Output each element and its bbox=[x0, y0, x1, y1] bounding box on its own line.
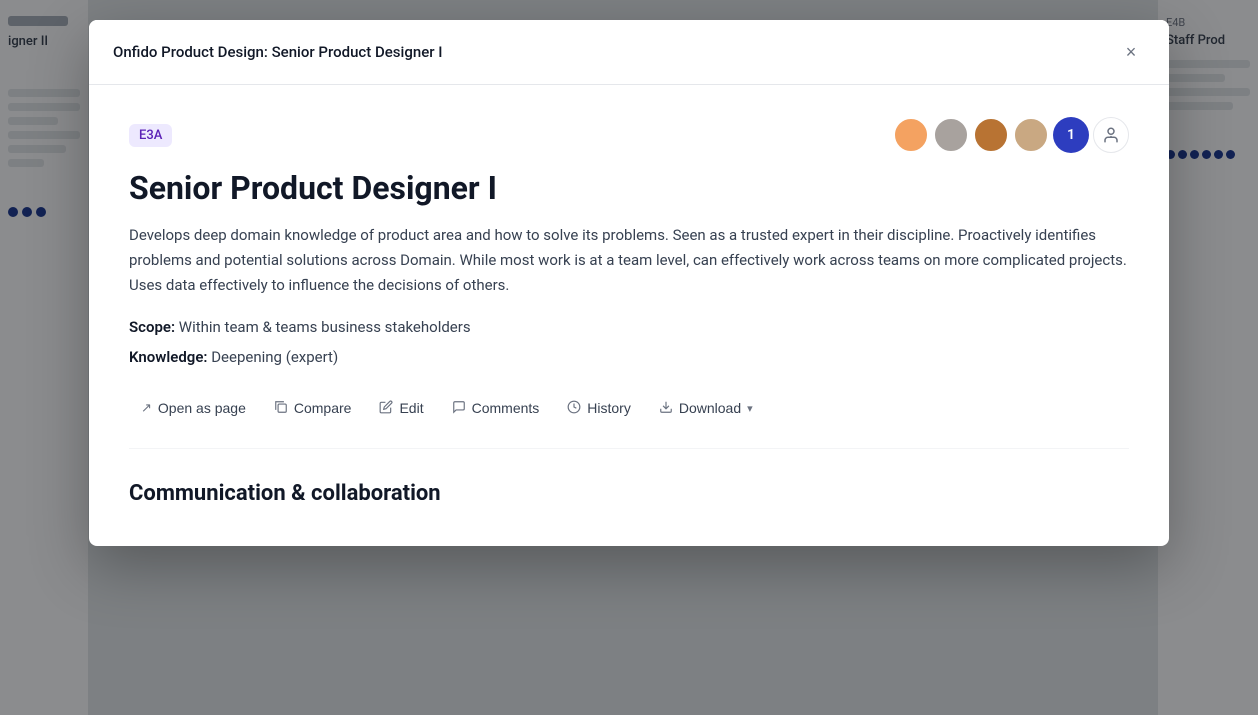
modal-body: E3A 1 bbox=[89, 85, 1169, 546]
modal: Onfido Product Design: Senior Product De… bbox=[89, 20, 1169, 546]
edit-label: Edit bbox=[399, 400, 423, 416]
avatar-3 bbox=[973, 117, 1009, 153]
comments-button[interactable]: Comments bbox=[440, 393, 552, 424]
meta-row: E3A 1 bbox=[129, 117, 1129, 153]
level-badge: E3A bbox=[129, 124, 172, 147]
compare-icon bbox=[274, 400, 288, 417]
open-as-page-button[interactable]: ↗ Open as page bbox=[129, 393, 258, 423]
knowledge-item: Knowledge: Deepening (expert) bbox=[129, 346, 1129, 369]
compare-label: Compare bbox=[294, 400, 352, 416]
avatar-4 bbox=[1013, 117, 1049, 153]
scope-item: Scope: Within team & teams business stak… bbox=[129, 316, 1129, 339]
comments-icon bbox=[452, 400, 466, 417]
download-icon bbox=[659, 400, 673, 417]
open-as-page-label: Open as page bbox=[158, 400, 246, 416]
avatar-1 bbox=[893, 117, 929, 153]
alert-icon[interactable] bbox=[1093, 117, 1129, 153]
history-icon bbox=[567, 400, 581, 417]
avatar-2 bbox=[933, 117, 969, 153]
knowledge-label: Knowledge: bbox=[129, 348, 207, 366]
modal-title: Onfido Product Design: Senior Product De… bbox=[113, 43, 443, 61]
compare-button[interactable]: Compare bbox=[262, 393, 364, 424]
modal-header: Onfido Product Design: Senior Product De… bbox=[89, 20, 1169, 85]
avatars-row: 1 bbox=[893, 117, 1129, 153]
download-chevron-icon: ▾ bbox=[747, 402, 753, 415]
section-heading: Communication & collaboration bbox=[129, 481, 1129, 506]
comments-label: Comments bbox=[472, 400, 540, 416]
download-button[interactable]: Download ▾ bbox=[647, 393, 765, 424]
scope-label: Scope: bbox=[129, 318, 175, 336]
open-as-page-icon: ↗ bbox=[141, 400, 152, 416]
edit-button[interactable]: Edit bbox=[367, 393, 435, 424]
modal-overlay: Onfido Product Design: Senior Product De… bbox=[0, 0, 1258, 715]
edit-icon bbox=[379, 400, 393, 417]
close-button[interactable]: × bbox=[1117, 38, 1145, 66]
avatar-count-badge: 1 bbox=[1053, 117, 1089, 153]
role-title: Senior Product Designer I bbox=[129, 169, 1129, 207]
history-label: History bbox=[587, 400, 631, 416]
role-description: Develops deep domain knowledge of produc… bbox=[129, 223, 1129, 297]
history-button[interactable]: History bbox=[555, 393, 643, 424]
actions-toolbar: ↗ Open as page Compare Edit bbox=[129, 393, 1129, 449]
download-label: Download bbox=[679, 400, 741, 416]
